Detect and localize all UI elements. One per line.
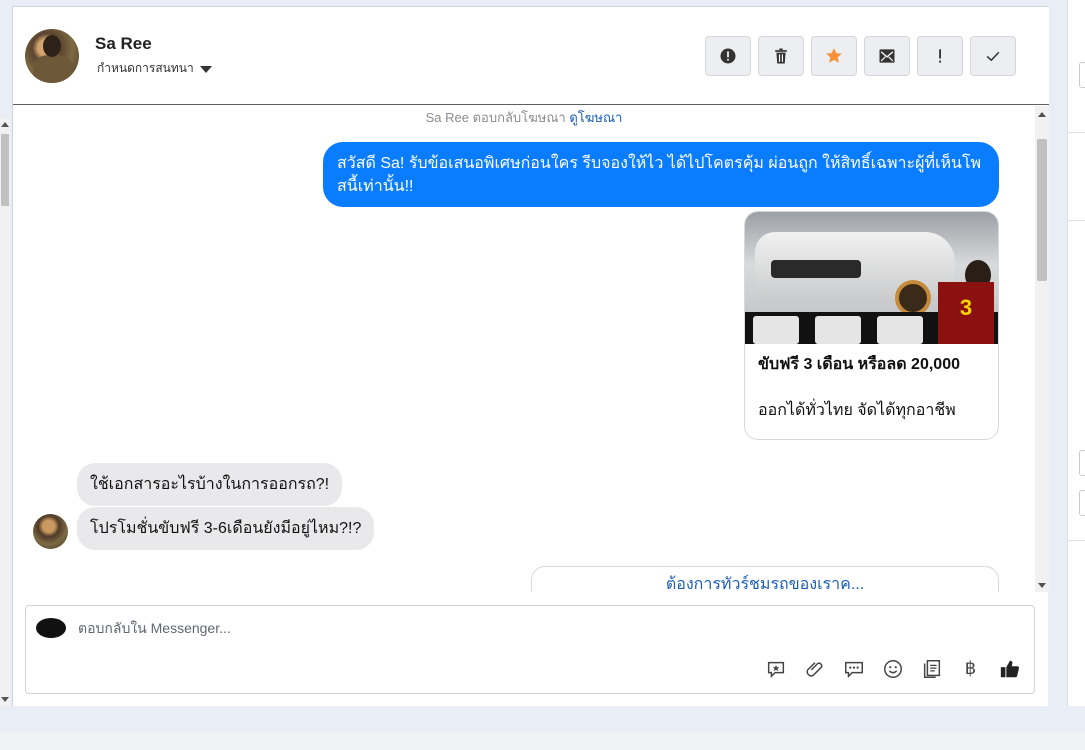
attach-button[interactable] bbox=[802, 656, 827, 681]
assign-conversation-dropdown[interactable]: กำหนดการสนทนา bbox=[97, 59, 212, 78]
emoji-button[interactable] bbox=[880, 656, 905, 681]
ad-image-badge: 3 bbox=[938, 282, 994, 344]
contact-name[interactable]: Sa Ree bbox=[95, 34, 152, 54]
emoji-icon bbox=[883, 659, 902, 678]
scroll-down-arrow-icon[interactable] bbox=[1, 697, 9, 702]
notes-button[interactable] bbox=[919, 656, 944, 681]
conversation-actions bbox=[705, 36, 1016, 76]
bottom-bar bbox=[0, 732, 1085, 750]
message-thread[interactable]: Sa Ree ตอบกลับโฆษณา ดูโฆษณา สวัสดี Sa! ร… bbox=[13, 106, 1035, 592]
star-icon bbox=[826, 48, 842, 63]
payment-button[interactable]: ฿ bbox=[958, 656, 983, 681]
saved-reply-button[interactable] bbox=[763, 656, 788, 681]
incoming-message: โปรโมชั่นขับฟรี 3-6เดือนยังมีอยู่ไหม?!? bbox=[77, 507, 375, 550]
attachment-icon bbox=[806, 661, 822, 677]
composer-tools: ฿ bbox=[763, 656, 1022, 681]
thumbs-up-icon bbox=[1000, 660, 1019, 677]
incoming-message: ใช้เอกสารอะไรบ้างในการออกรถ?! bbox=[77, 463, 343, 506]
mark-unread-envelope-icon bbox=[879, 49, 895, 63]
side-panel-field[interactable] bbox=[1079, 490, 1085, 516]
mark-done-button[interactable] bbox=[970, 36, 1016, 76]
scroll-down-arrow-icon[interactable] bbox=[1038, 583, 1046, 588]
alert-circle-icon bbox=[720, 48, 736, 64]
check-icon bbox=[986, 51, 1000, 62]
delete-button[interactable] bbox=[758, 36, 804, 76]
saved-reply-icon bbox=[767, 661, 784, 678]
ad-reply-note-text: Sa Ree ตอบกลับโฆษณา bbox=[425, 110, 566, 125]
ad-headline: ขับฟรี 3 เดือน หรือลด 20,000 bbox=[758, 356, 960, 373]
ad-reply-note: Sa Ree ตอบกลับโฆษณา ดูโฆษณา bbox=[13, 107, 1035, 128]
caret-down-icon bbox=[199, 66, 212, 73]
report-spam-button[interactable] bbox=[705, 36, 751, 76]
mark-important-button[interactable] bbox=[917, 36, 963, 76]
scroll-up-arrow-icon[interactable] bbox=[1, 122, 9, 127]
ad-card[interactable]: 3 ขับฟรี 3 เดือน หรือลด 20,000 ออกได้ทั่… bbox=[744, 211, 999, 440]
thread-scrollbar[interactable] bbox=[1035, 106, 1049, 592]
reply-input[interactable] bbox=[78, 620, 678, 636]
quick-replies-button[interactable] bbox=[841, 656, 866, 681]
page-logo bbox=[36, 618, 66, 638]
side-panel-field[interactable] bbox=[1079, 62, 1085, 88]
thread-scrollbar-thumb[interactable] bbox=[1037, 139, 1047, 281]
exclamation-icon bbox=[939, 49, 941, 63]
page-scrollbar[interactable] bbox=[0, 118, 10, 706]
notes-icon bbox=[923, 659, 940, 678]
trash-icon bbox=[775, 48, 787, 64]
chat-bubbles-icon bbox=[844, 661, 863, 678]
side-panel-field[interactable] bbox=[1079, 450, 1085, 476]
scroll-up-arrow-icon[interactable] bbox=[1038, 112, 1046, 117]
conversation-header: Sa Ree กำหนดการสนทนา bbox=[13, 7, 1049, 105]
ad-image[interactable]: 3 bbox=[745, 212, 998, 344]
right-side-panel bbox=[1067, 0, 1085, 706]
outgoing-message: สวัสดี Sa! รับข้อเสนอพิเศษก่อนใคร รีบจอง… bbox=[323, 142, 999, 207]
star-button[interactable] bbox=[811, 36, 857, 76]
view-ad-link[interactable]: ดูโฆษณา bbox=[569, 110, 622, 125]
mark-unread-button[interactable] bbox=[864, 36, 910, 76]
sender-avatar bbox=[33, 514, 68, 549]
contact-avatar[interactable] bbox=[25, 29, 79, 83]
like-button[interactable] bbox=[997, 656, 1022, 681]
assign-conversation-label: กำหนดการสนทนา bbox=[97, 61, 194, 75]
conversation-panel: Sa Ree กำหนดการสนทนา Sa Ree ตอบกลับโฆษณา… bbox=[12, 6, 1049, 706]
ad-body-text: ออกได้ทั่วไทย จัดได้ทุกอาชีพ bbox=[758, 402, 956, 419]
reply-composer: ฿ bbox=[25, 605, 1035, 694]
baht-icon: ฿ bbox=[964, 658, 977, 678]
tour-request-button[interactable]: ต้องการทัวร์ชมรถของเราค... bbox=[531, 566, 999, 592]
scrollbar-thumb[interactable] bbox=[1, 134, 9, 206]
